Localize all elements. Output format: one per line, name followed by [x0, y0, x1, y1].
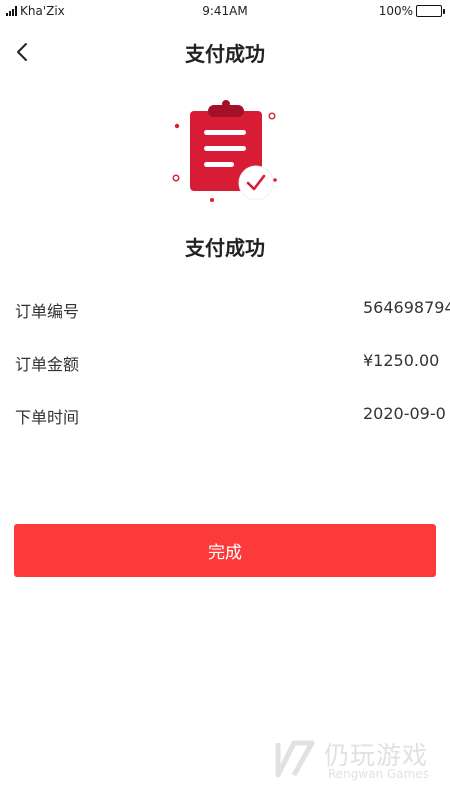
order-time-row: 下单时间 2020-09-0 — [15, 404, 450, 428]
order-amount-row: 订单金额 ¥1250.00 — [15, 351, 450, 375]
success-title: 支付成功 — [185, 236, 265, 260]
battery-status: 100% — [378, 4, 445, 18]
order-number-row: 订单编号 564698794 — [15, 298, 450, 322]
nav-bar: 支付成功 — [0, 30, 450, 74]
page-title: 支付成功 — [185, 42, 265, 66]
battery-icon — [416, 5, 445, 17]
battery-percent: 100% — [378, 4, 413, 18]
order-amount-value: ¥1250.00 — [363, 351, 440, 370]
watermark: 仍玩游戏 Rengwan Games — [272, 735, 442, 785]
order-number-value: 564698794 — [363, 298, 450, 317]
order-time-label: 下单时间 — [15, 408, 80, 427]
order-number-label: 订单编号 — [15, 302, 80, 321]
order-amount-label: 订单金额 — [15, 355, 80, 374]
watermark-logo-icon — [275, 740, 315, 778]
order-time-value: 2020-09-0 — [363, 404, 446, 423]
status-bar: Kha'Zix 9:41AM 100% — [0, 0, 450, 24]
done-button[interactable]: 完成 — [14, 524, 436, 577]
clipboard-check-icon — [160, 95, 290, 210]
watermark-subtext: Rengwan Games — [328, 767, 429, 781]
